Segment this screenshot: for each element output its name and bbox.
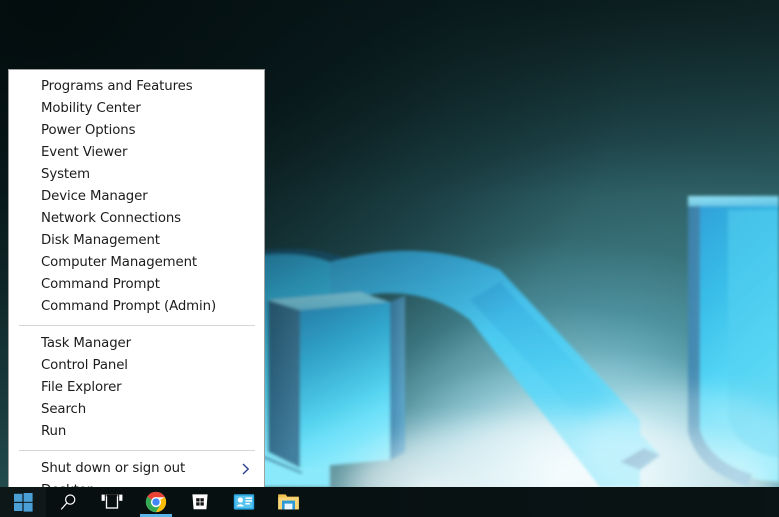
menu-item-label: Network Connections (41, 211, 182, 226)
menu-item-label: Search (41, 402, 87, 417)
menu-item-system[interactable]: System (9, 164, 264, 186)
taskbar-pinned-items (0, 487, 310, 517)
search-icon (60, 493, 75, 510)
menu-item-power-options[interactable]: Power Options (9, 120, 264, 142)
menu-item-label: Command Prompt (41, 277, 160, 292)
menu-item-label: Device Manager (41, 189, 148, 204)
menu-group-system: Programs and Features Mobility Center Po… (9, 76, 264, 318)
menu-item-label: Control Panel (41, 358, 128, 373)
task-view-icon (101, 494, 123, 509)
chrome-button[interactable] (134, 487, 178, 517)
folder-icon (277, 494, 299, 510)
menu-separator-2 (19, 450, 255, 451)
menu-item-label: Command Prompt (Admin) (41, 299, 217, 314)
menu-item-label: Task Manager (41, 336, 132, 351)
file-explorer-button[interactable] (266, 487, 310, 517)
menu-item-label: Programs and Features (41, 79, 193, 94)
desktop-screen: Programs and Features Mobility Center Po… (0, 0, 779, 517)
menu-item-label: Event Viewer (41, 145, 128, 160)
menu-item-programs-and-features[interactable]: Programs and Features (9, 76, 264, 98)
menu-item-mobility-center[interactable]: Mobility Center (9, 98, 264, 120)
menu-item-control-panel[interactable]: Control Panel (9, 355, 264, 377)
taskbar[interactable] (0, 487, 779, 517)
menu-item-shut-down-or-sign-out[interactable]: Shut down or sign out (9, 458, 264, 480)
menu-item-file-explorer[interactable]: File Explorer (9, 377, 264, 399)
chrome-icon (145, 491, 167, 513)
windows-logo-icon (13, 492, 33, 512)
winx-quick-link-menu[interactable]: Programs and Features Mobility Center Po… (8, 69, 265, 510)
task-view-button[interactable] (90, 487, 134, 517)
menu-item-label: Shut down or sign out (41, 461, 186, 476)
menu-item-label: Power Options (41, 123, 136, 138)
menu-item-command-prompt[interactable]: Command Prompt (9, 274, 264, 296)
menu-item-computer-management[interactable]: Computer Management (9, 252, 264, 274)
system-tray-clock-area[interactable] (689, 487, 779, 517)
menu-item-label: File Explorer (41, 380, 122, 395)
menu-item-label: Mobility Center (41, 101, 141, 116)
windows-store-icon (192, 494, 208, 510)
menu-item-command-prompt-admin[interactable]: Command Prompt (Admin) (9, 296, 264, 318)
menu-item-label: Run (41, 424, 67, 439)
menu-item-device-manager[interactable]: Device Manager (9, 186, 264, 208)
store-button[interactable] (178, 487, 222, 517)
menu-item-disk-management[interactable]: Disk Management (9, 230, 264, 252)
settings-button[interactable] (222, 487, 266, 517)
menu-item-label: System (41, 167, 90, 182)
display-settings-icon (233, 494, 255, 510)
search-button[interactable] (46, 487, 90, 517)
menu-item-network-connections[interactable]: Network Connections (9, 208, 264, 230)
menu-item-label: Disk Management (41, 233, 160, 248)
menu-item-label: Computer Management (41, 255, 198, 270)
menu-separator-1 (19, 325, 255, 326)
menu-item-run[interactable]: Run (9, 421, 264, 443)
chevron-right-icon (242, 463, 250, 475)
menu-group-tools: Task Manager Control Panel File Explorer… (9, 333, 264, 443)
menu-item-event-viewer[interactable]: Event Viewer (9, 142, 264, 164)
menu-item-task-manager[interactable]: Task Manager (9, 333, 264, 355)
start-button[interactable] (0, 487, 46, 517)
menu-item-search[interactable]: Search (9, 399, 264, 421)
